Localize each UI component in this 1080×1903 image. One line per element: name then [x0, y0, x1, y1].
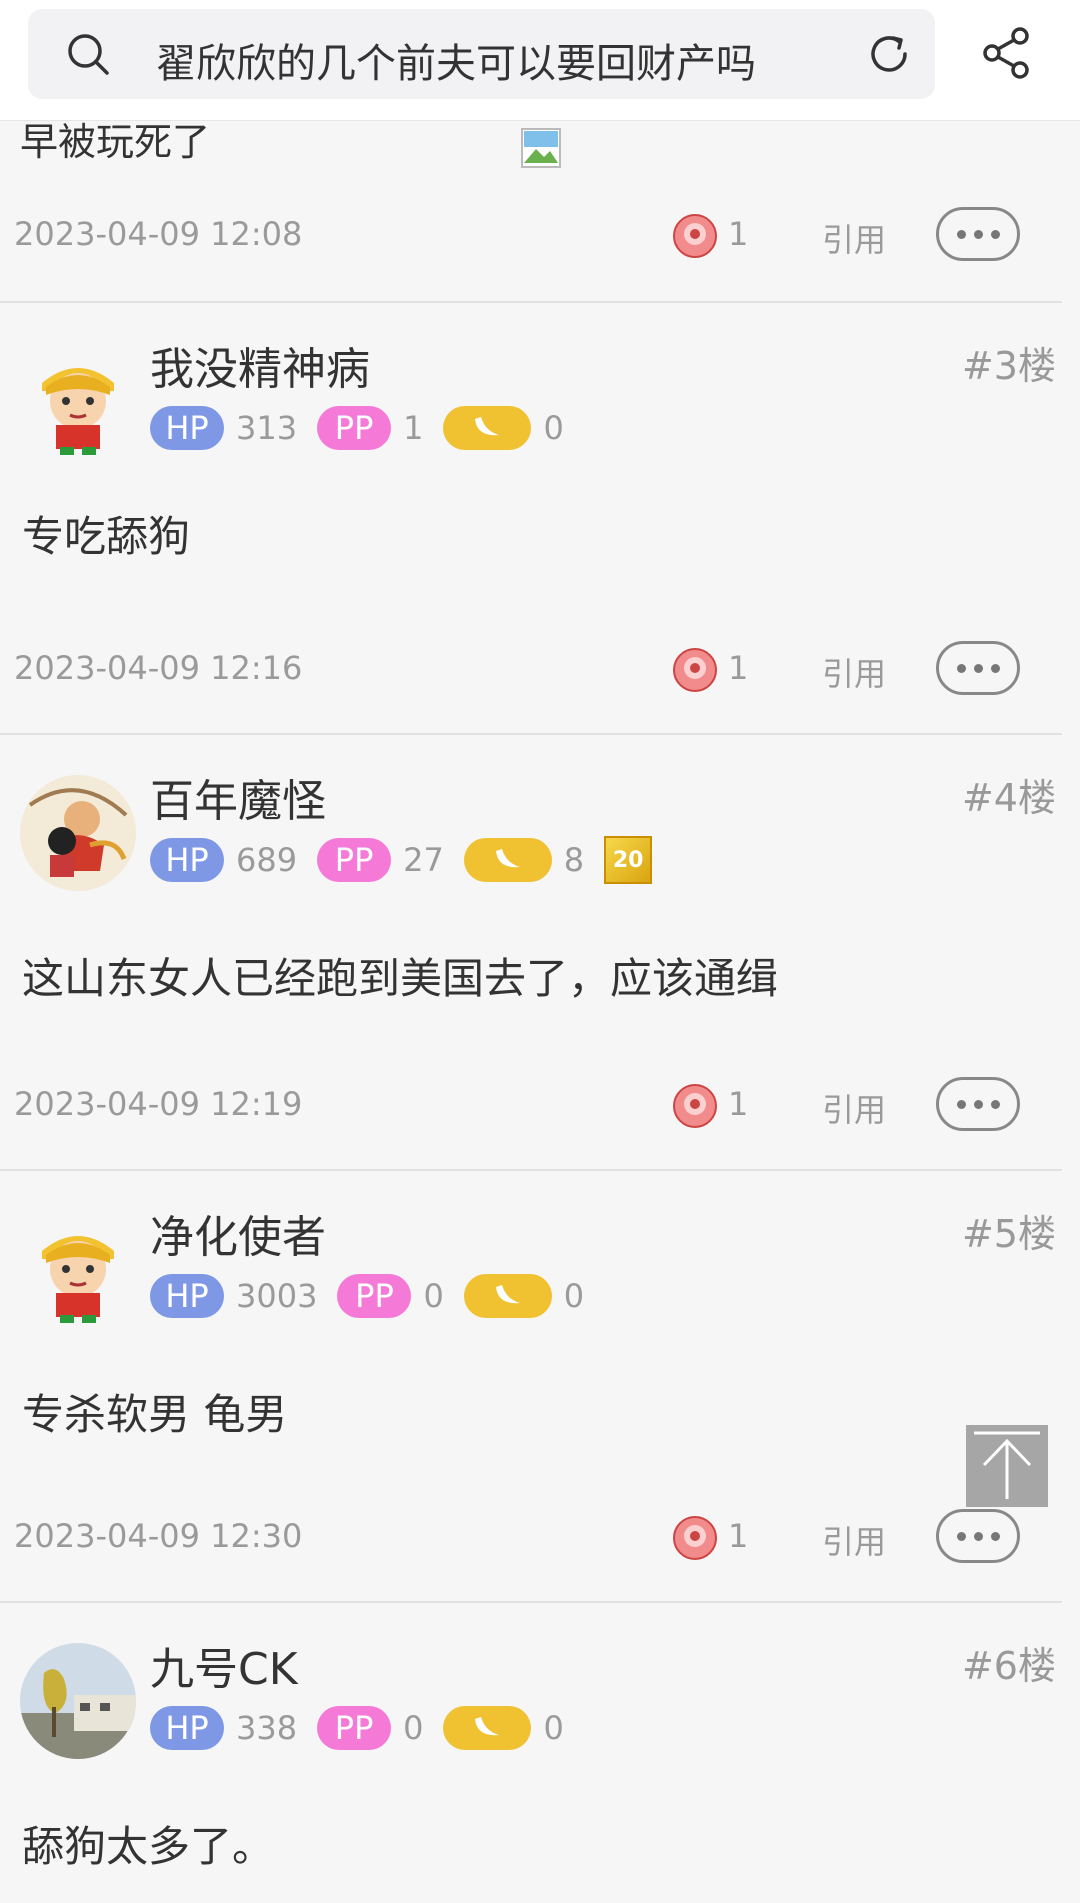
hp-badge: HP [150, 1274, 224, 1318]
post-content: 专吃舔狗 [22, 512, 191, 561]
level-badge: 20 [604, 836, 653, 884]
search-query[interactable]: 翟欣欣的几个前夫可以要回财产吗 [156, 31, 756, 89]
floor-number: #5楼 [961, 1212, 1056, 1256]
banana-icon [443, 1706, 532, 1750]
refresh-icon[interactable] [866, 31, 912, 77]
banana-value: 0 [543, 1709, 564, 1747]
username[interactable]: 九号CK [150, 1633, 298, 1697]
banana-icon [463, 1274, 552, 1318]
more-button[interactable] [936, 207, 1020, 261]
post-time: 2023-04-09 12:30 [14, 1517, 303, 1555]
quote-button[interactable]: 引用 [822, 649, 886, 695]
banana-value: 0 [563, 1277, 585, 1315]
user-stats: HP 313 PP 1 0 [150, 403, 584, 453]
broken-image-icon [521, 128, 561, 168]
quote-button[interactable]: 引用 [822, 215, 886, 261]
pp-badge: PP [337, 1274, 412, 1318]
avatar[interactable] [20, 775, 136, 891]
post-time: 2023-04-09 12:16 [14, 649, 303, 687]
post-list: 早被玩死了 2023-04-09 12:08 1 引用 我没精神病 #3楼 HP… [0, 120, 1080, 1903]
banana-value: 8 [563, 841, 585, 879]
pp-value: 27 [403, 841, 444, 879]
post-content: 这山东女人已经跑到美国去了，应该通缉 [22, 954, 779, 1003]
post-content: 舔狗太多了。 [22, 1822, 275, 1871]
search-icon[interactable] [66, 32, 110, 76]
user-stats: HP 3003 PP 0 0 [150, 1271, 604, 1321]
post-item: 净化使者 #5楼 HP 3003 PP 0 0 专杀软男 龟男 2023-04-… [0, 1171, 1062, 1603]
post-meta: 2023-04-09 12:19 1 引用 [0, 1077, 1062, 1137]
quote-button[interactable]: 引用 [822, 1085, 886, 1131]
hp-badge: HP [150, 838, 224, 882]
search-bar[interactable]: 翟欣欣的几个前夫可以要回财产吗 [28, 9, 935, 99]
pp-badge: PP [317, 838, 392, 882]
quote-button[interactable]: 引用 [822, 1517, 886, 1563]
hp-value: 3003 [236, 1277, 318, 1315]
pp-value: 0 [423, 1277, 444, 1315]
post-item: 百年魔怪 #4楼 HP 689 PP 27 8 20 这山东女人已经跑到美国去了… [0, 735, 1062, 1171]
pp-value: 0 [403, 1709, 424, 1747]
post-item: 九号CK #6楼 HP 338 PP 0 0 舔狗太多了。 [0, 1603, 1062, 1903]
like-icon[interactable] [672, 213, 718, 259]
banana-icon [463, 838, 552, 882]
arrow-up-icon[interactable] [966, 1425, 1048, 1507]
avatar[interactable] [20, 1643, 136, 1759]
avatar[interactable] [20, 343, 136, 459]
username[interactable]: 净化使者 [150, 1201, 326, 1265]
floor-number: #6楼 [961, 1644, 1056, 1688]
share-icon[interactable] [978, 24, 1036, 82]
more-button[interactable] [936, 1509, 1020, 1563]
banana-icon [443, 406, 532, 450]
banana-value: 0 [543, 409, 564, 447]
hp-badge: HP [150, 406, 224, 450]
post-meta: 2023-04-09 12:08 1 引用 [0, 207, 1062, 267]
top-bar: 翟欣欣的几个前夫可以要回财产吗 [0, 0, 1080, 121]
pp-value: 1 [403, 409, 424, 447]
post-meta: 2023-04-09 12:30 1 引用 [0, 1509, 1062, 1569]
pp-badge: PP [317, 406, 392, 450]
post-item: 早被玩死了 2023-04-09 12:08 1 引用 [0, 120, 1062, 303]
hp-value: 338 [236, 1709, 298, 1747]
hp-badge: HP [150, 1706, 224, 1750]
more-button[interactable] [936, 1077, 1020, 1131]
post-time: 2023-04-09 12:08 [14, 215, 303, 253]
pp-badge: PP [317, 1706, 392, 1750]
post-time: 2023-04-09 12:19 [14, 1085, 303, 1123]
avatar[interactable] [20, 1211, 136, 1327]
like-count: 1 [728, 215, 749, 253]
like-icon[interactable] [672, 1515, 718, 1561]
like-count: 1 [728, 649, 749, 687]
post-item: 我没精神病 #3楼 HP 313 PP 1 0 专吃舔狗 2023-04-09 … [0, 303, 1062, 735]
username[interactable]: 我没精神病 [150, 333, 370, 397]
hp-value: 313 [236, 409, 298, 447]
like-count: 1 [728, 1085, 749, 1123]
like-icon[interactable] [672, 1083, 718, 1129]
floor-number: #4楼 [961, 776, 1056, 820]
post-meta: 2023-04-09 12:16 1 引用 [0, 641, 1062, 701]
post-content: 专杀软男 龟男 [22, 1390, 288, 1439]
like-icon[interactable] [672, 647, 718, 693]
username[interactable]: 百年魔怪 [150, 765, 326, 829]
like-count: 1 [728, 1517, 749, 1555]
hp-value: 689 [236, 841, 298, 879]
more-button[interactable] [936, 641, 1020, 695]
user-stats: HP 689 PP 27 8 20 [150, 835, 653, 885]
floor-number: #3楼 [961, 344, 1056, 388]
user-stats: HP 338 PP 0 0 [150, 1703, 584, 1753]
